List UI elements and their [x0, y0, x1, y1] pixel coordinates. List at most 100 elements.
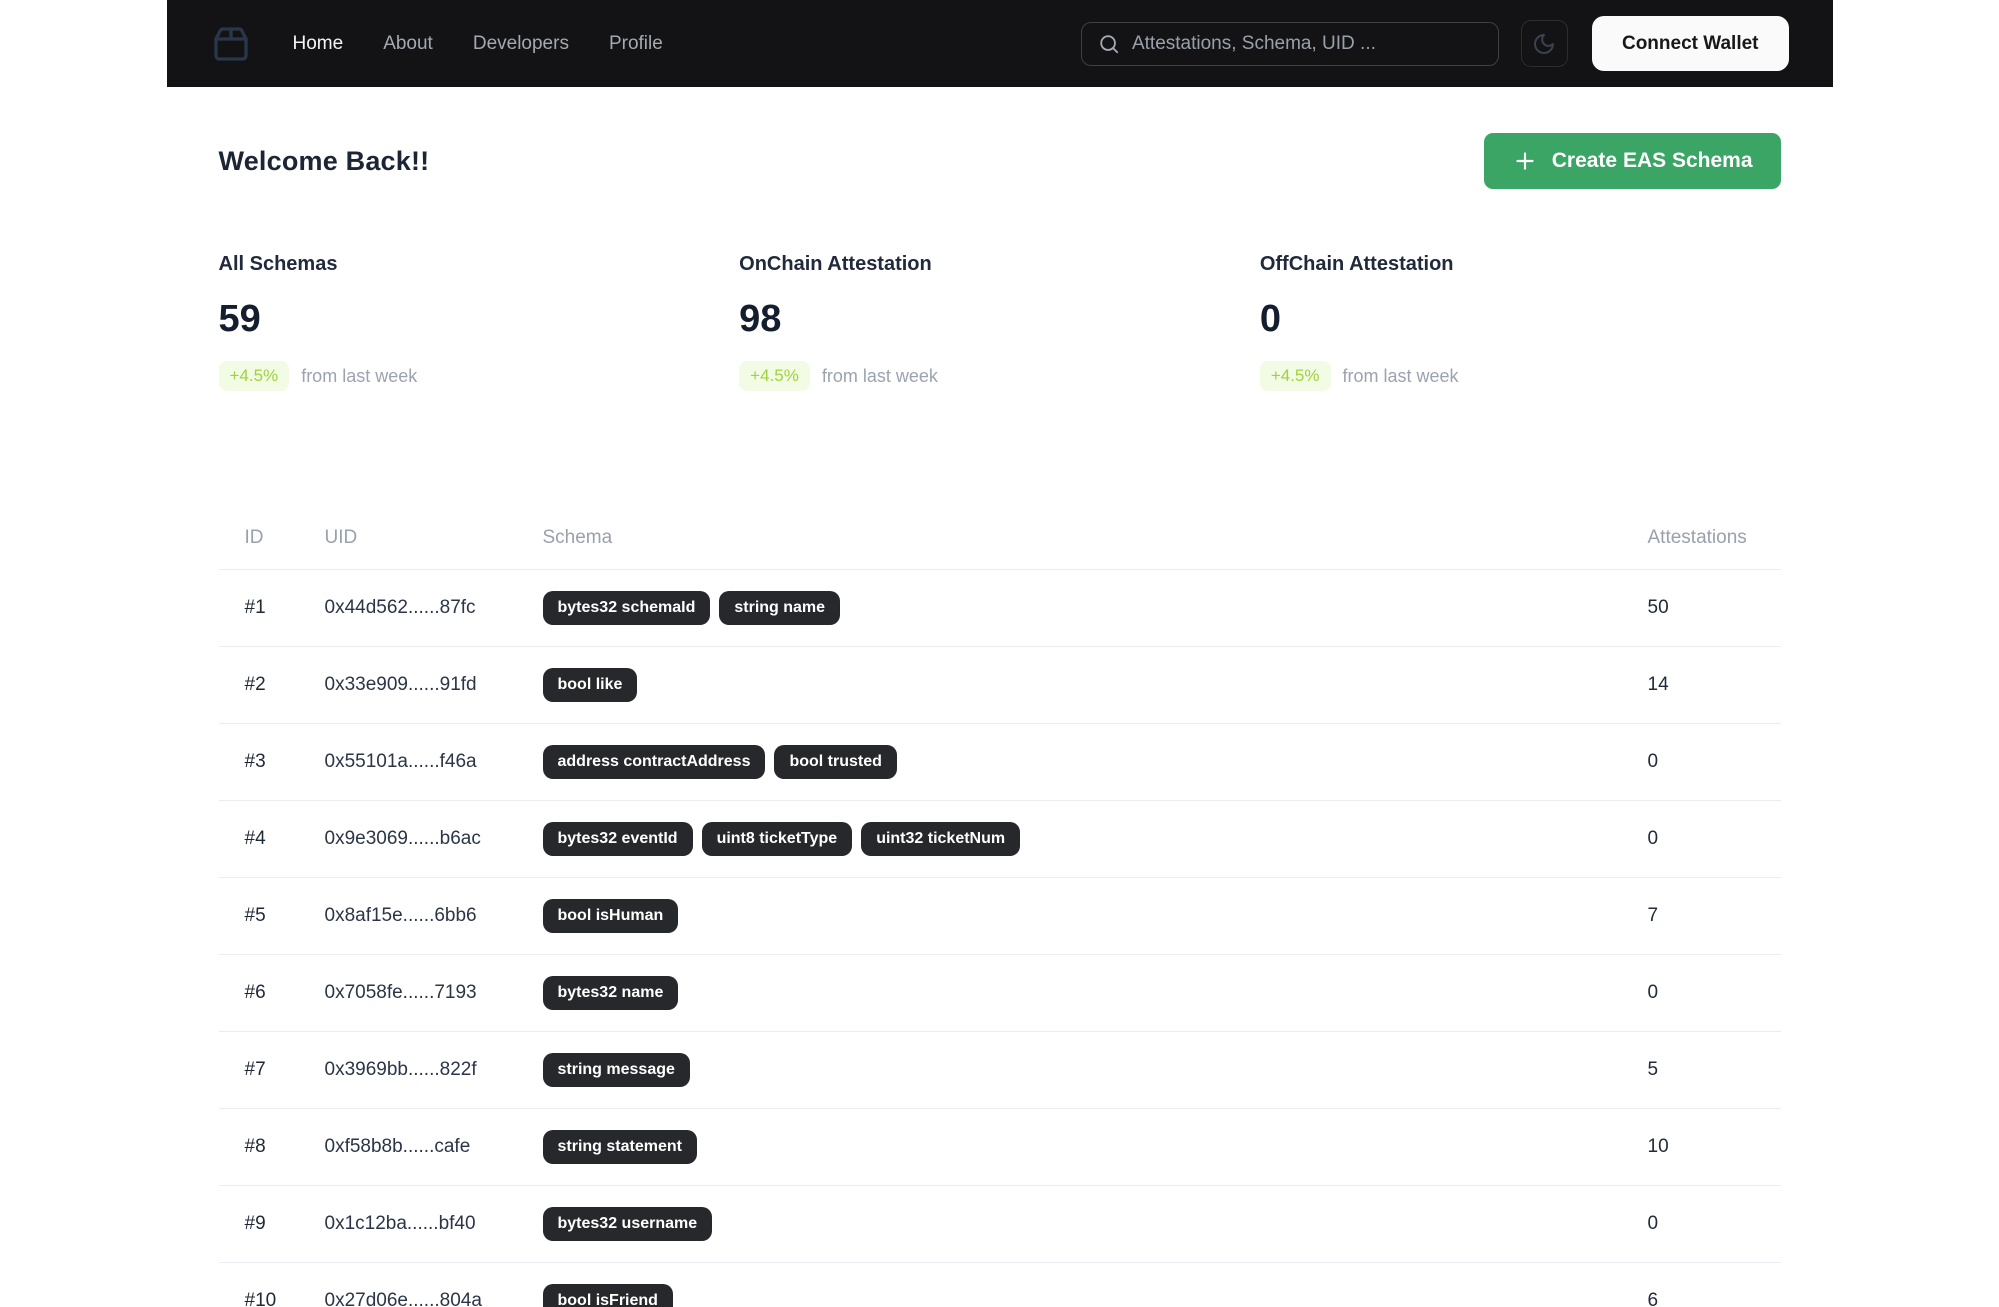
table-header-row: ID UID Schema Attestations [218, 527, 1781, 570]
stat-change-row: +4.5% from last week [218, 361, 740, 391]
cell-schema: bool isFriend [542, 1284, 1648, 1307]
nav-links: Home About Developers Profile [293, 33, 663, 55]
cell-attestations: 50 [1647, 597, 1669, 618]
package-icon [213, 26, 248, 61]
main-content: Welcome Back!! Create EAS Schema All Sch… [167, 133, 1833, 1307]
stat-change-note: from last week [301, 365, 418, 386]
cell-attestations: 10 [1647, 1136, 1669, 1157]
cell-uid: 0x3969bb......822f [324, 1059, 477, 1080]
cell-schema: bool isHuman [542, 899, 1648, 933]
nav-link-home[interactable]: Home [293, 33, 344, 55]
stat-label: OffChain Attestation [1259, 253, 1454, 275]
stat-value: 59 [218, 298, 261, 340]
cell-attestations: 0 [1647, 982, 1659, 1003]
column-header-schema: Schema [542, 527, 613, 548]
table-row[interactable]: #3 0x55101a......f46a address contractAddr… [218, 724, 1781, 801]
table-body: #1 0x44d562......87fc bytes32 schemaId stri… [218, 570, 1781, 1307]
schema-badge: string name [719, 591, 841, 625]
stat-change-note: from last week [1342, 365, 1459, 386]
cell-id: #5 [244, 905, 266, 926]
cell-uid: 0x27d06e......804a [324, 1290, 482, 1307]
stat-card-2: OffChain Attestation 0 +4.5% from last week [1259, 253, 1781, 391]
cell-uid: 0x44d562......87fc [324, 597, 476, 618]
search-input[interactable] [1131, 32, 1482, 55]
column-header-uid: UID [324, 527, 358, 548]
cell-schema: bytes32 username [542, 1207, 1648, 1241]
schema-badge: bytes32 eventId [542, 822, 693, 856]
cell-id: #8 [244, 1136, 266, 1157]
table-row[interactable]: #4 0x9e3069......b6ac bytes32 eventId uint8… [218, 801, 1781, 878]
table-row[interactable]: #7 0x3969bb......822f string message 5 [218, 1032, 1781, 1109]
schema-badge: bool trusted [774, 745, 897, 779]
table-row[interactable]: #2 0x33e909......91fd bool like 14 [218, 647, 1781, 724]
cell-schema: bytes32 schemaId string name [542, 591, 1648, 625]
navbar: Home About Developers Profile Connect Walle… [166, 0, 1833, 87]
nav-link-developers[interactable]: Developers [473, 33, 569, 55]
cell-uid: 0x1c12ba......bf40 [324, 1213, 476, 1234]
stat-card-1: OnChain Attestation 98 +4.5% from last week [739, 253, 1260, 391]
stat-change-badge: +4.5% [1259, 361, 1331, 391]
theme-toggle-button[interactable] [1520, 20, 1568, 67]
nav-link-about[interactable]: About [383, 33, 433, 55]
schema-badge: bytes32 username [542, 1207, 713, 1241]
stat-label: OnChain Attestation [739, 253, 932, 275]
stat-change-badge: +4.5% [739, 361, 810, 391]
search-icon [1100, 34, 1119, 53]
search-box [1080, 21, 1499, 66]
cell-uid: 0x33e909......91fd [324, 674, 477, 695]
table-row[interactable]: #5 0x8af15e......6bb6 bool isHuman 7 [218, 878, 1781, 955]
schema-badge: bytes32 schemaId [542, 591, 711, 625]
table-row[interactable]: #1 0x44d562......87fc bytes32 schemaId stri… [218, 570, 1781, 647]
cell-attestations: 14 [1647, 674, 1669, 695]
create-schema-button[interactable]: Create EAS Schema [1483, 133, 1781, 189]
cell-uid: 0x55101a......f46a [324, 751, 477, 772]
stat-value: 98 [739, 298, 782, 340]
brand-logo[interactable] [211, 24, 251, 64]
schema-badge: bool isFriend [542, 1284, 673, 1307]
cell-attestations: 0 [1647, 828, 1659, 849]
cell-id: #3 [244, 751, 266, 772]
cell-schema: string message [542, 1053, 1648, 1087]
cell-schema: address contractAddress bool trusted [542, 745, 1648, 779]
table-row[interactable]: #10 0x27d06e......804a bool isFriend 6 [219, 1263, 1781, 1307]
cell-attestations: 7 [1647, 905, 1659, 926]
stat-change-note: from last week [821, 365, 938, 386]
schema-badge: address contractAddress [542, 745, 766, 779]
nav-link-profile[interactable]: Profile [609, 33, 663, 55]
column-header-id: ID [244, 527, 264, 548]
schema-badge: bytes32 name [542, 976, 679, 1010]
cell-attestations: 0 [1647, 751, 1659, 772]
cell-id: #1 [244, 597, 266, 618]
create-schema-label: Create EAS Schema [1551, 149, 1753, 172]
plus-icon [1516, 152, 1534, 170]
stat-label: All Schemas [218, 253, 338, 275]
cell-attestations: 5 [1647, 1059, 1659, 1080]
column-header-attestations: Attestations [1647, 527, 1747, 548]
stat-change-row: +4.5% from last week [1259, 361, 1781, 391]
welcome-row: Welcome Back!! Create EAS Schema [219, 133, 1781, 189]
cell-attestations: 0 [1647, 1213, 1659, 1234]
moon-icon [1534, 33, 1555, 54]
schema-badge: string message [542, 1053, 690, 1087]
cell-schema: bool like [542, 668, 1648, 702]
cell-id: #6 [244, 982, 266, 1003]
stat-card-0: All Schemas 59 +4.5% from last week [218, 253, 740, 391]
stat-change-badge: +4.5% [218, 361, 290, 391]
connect-wallet-button[interactable]: Connect Wallet [1591, 16, 1789, 71]
cell-id: #9 [244, 1213, 266, 1234]
table-row[interactable]: #9 0x1c12ba......bf40 bytes32 username 0 [218, 1186, 1781, 1263]
stat-value: 0 [1259, 298, 1281, 340]
cell-schema: bytes32 name [542, 976, 1648, 1010]
cell-id: #7 [244, 1059, 266, 1080]
table-row[interactable]: #8 0xf58b8b......cafe string statement 10 [218, 1109, 1781, 1186]
schemas-table: ID UID Schema Attestations #1 0x44d562......… [218, 527, 1781, 1307]
schema-badge: bool like [542, 668, 638, 702]
page-title: Welcome Back!! [218, 145, 430, 176]
cell-id: #2 [244, 674, 266, 695]
cell-uid: 0x8af15e......6bb6 [324, 905, 477, 926]
cell-id: #4 [244, 828, 266, 849]
schema-badge: string statement [542, 1130, 697, 1164]
cell-uid: 0x7058fe......7193 [324, 982, 477, 1003]
schema-badge: uint8 ticketType [701, 822, 853, 856]
table-row[interactable]: #6 0x7058fe......7193 bytes32 name 0 [218, 955, 1781, 1032]
